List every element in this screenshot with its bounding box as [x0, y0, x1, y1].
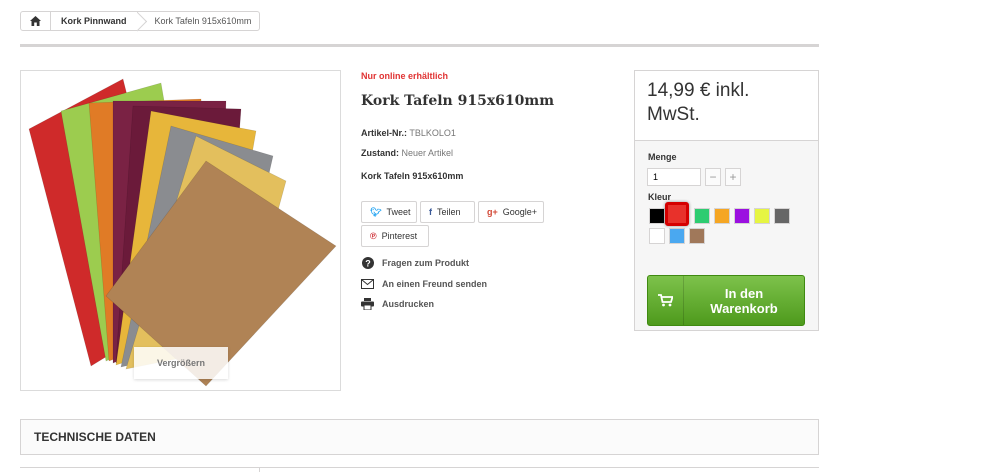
twitter-icon: 🐦︎: [370, 206, 382, 217]
color-swatch-green[interactable]: [694, 208, 710, 224]
color-swatch-black[interactable]: [649, 208, 665, 224]
breadcrumb-separator: [137, 12, 147, 32]
color-swatch-orange[interactable]: [714, 208, 730, 224]
svg-text:?: ?: [365, 258, 371, 268]
short-description: Kork Tafeln 915x610mm: [361, 171, 464, 181]
add-to-cart-line-1: In den: [724, 285, 764, 301]
add-to-cart-button[interactable]: In den Warenkorb: [647, 275, 805, 326]
tech-data-table: [20, 467, 819, 472]
header-divider: [20, 44, 819, 47]
print-link[interactable]: Ausdrucken: [361, 297, 434, 310]
pinterest-icon: ℗: [370, 231, 377, 241]
google-plus-icon: g+: [487, 207, 498, 217]
quantity-increase-button[interactable]: +: [725, 168, 741, 186]
price-line-1: 14,99 € inkl.: [647, 80, 750, 101]
breadcrumb: Kork Pinnwand Kork Tafeln 915x610mm: [20, 11, 261, 32]
print-label: Ausdrucken: [382, 298, 435, 309]
add-to-cart-line-2: Warenkorb: [710, 300, 778, 316]
question-icon: ?: [361, 256, 374, 269]
condition-value: Neuer Artikel: [401, 148, 454, 158]
quantity-input[interactable]: [647, 168, 701, 186]
pinterest-button[interactable]: ℗ Pinterest: [361, 225, 429, 247]
color-swatch-red-selected[interactable]: [665, 202, 689, 226]
table-divider: [259, 468, 260, 472]
color-swatch-white[interactable]: [649, 228, 665, 244]
pinterest-label: Pinterest: [381, 231, 418, 241]
reference-label: Artikel-Nr.:: [361, 128, 408, 138]
share-label: Teilen: [437, 207, 461, 217]
color-swatch-yellow[interactable]: [754, 208, 770, 224]
home-icon[interactable]: [21, 12, 51, 30]
color-label: Kleur: [648, 192, 672, 202]
color-swatch-purple[interactable]: [734, 208, 750, 224]
send-to-friend-link[interactable]: An einen Freund senden: [361, 277, 487, 290]
price-line-2: MwSt.: [647, 104, 700, 125]
tech-data-header[interactable]: TECHNISCHE DATEN: [20, 419, 819, 455]
buy-box: 14,99 € inkl. MwSt. Menge − + Kleur In d…: [634, 70, 819, 331]
tweet-label: Tweet: [386, 207, 411, 217]
cork-boards-illustration: [28, 78, 337, 387]
envelope-icon: [361, 277, 374, 290]
send-to-friend-label: An einen Freund senden: [382, 278, 488, 289]
quantity-label: Menge: [648, 152, 677, 162]
google-plus-button[interactable]: g+ Google+: [478, 201, 544, 223]
color-swatch-brown[interactable]: [689, 228, 705, 244]
product-condition: Zustand: Neuer Artikel: [361, 148, 453, 158]
breadcrumb-current: Kork Tafeln 915x610mm: [154, 16, 252, 26]
facebook-icon: f: [429, 207, 432, 217]
reference-value: TBLKOLO1: [409, 128, 456, 138]
price-area: 14,99 € inkl. MwSt.: [635, 71, 818, 141]
tweet-button[interactable]: 🐦︎ Tweet: [361, 201, 417, 223]
google-plus-label: Google+: [502, 207, 538, 217]
quantity-decrease-button[interactable]: −: [705, 168, 721, 186]
printer-icon: [361, 297, 374, 310]
zoom-button[interactable]: Vergrößern: [134, 347, 228, 379]
condition-label: Zustand:: [361, 148, 399, 158]
color-swatch-grey[interactable]: [774, 208, 790, 224]
product-reference: Artikel-Nr.: TBLKOLO1: [361, 128, 456, 138]
breadcrumb-item-kork-pinnwand[interactable]: Kork Pinnwand: [51, 12, 137, 30]
online-only-label: Nur online erhältlich: [361, 71, 449, 81]
product-title: Kork Tafeln 915x610mm: [361, 93, 555, 109]
cart-icon: [648, 276, 684, 325]
ask-question-label: Fragen zum Produkt: [382, 257, 470, 268]
ask-question-link[interactable]: ? Fragen zum Produkt: [361, 256, 469, 269]
product-image[interactable]: Vergrößern: [20, 70, 341, 391]
share-button[interactable]: f Teilen: [420, 201, 475, 223]
color-swatch-blue[interactable]: [669, 228, 685, 244]
